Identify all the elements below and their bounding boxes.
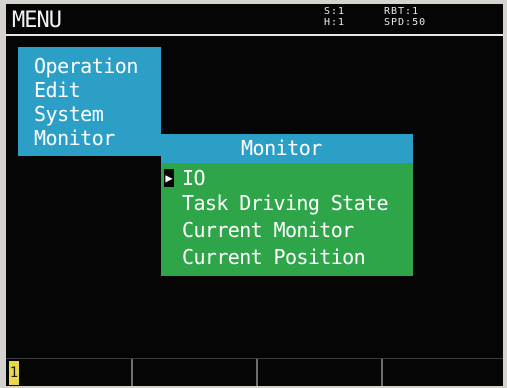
function-key-2[interactable] — [133, 359, 258, 386]
submenu-item-io[interactable]: IO — [182, 166, 205, 190]
submenu-item-task-driving-state[interactable]: Task Driving State — [182, 191, 389, 215]
monitor-submenu: ▶ IO Task Driving State Current Monitor … — [161, 163, 413, 276]
submenu-item-current-position[interactable]: Current Position — [182, 245, 366, 269]
title-bar: MENU S:1 H:1 RBT:1 SPD:50 — [6, 4, 503, 36]
selection-cursor-icon: ▶ — [164, 169, 174, 187]
status-block-right: RBT:1 SPD:50 — [384, 6, 426, 28]
submenu-title: Monitor — [241, 136, 322, 160]
function-key-4[interactable] — [383, 359, 503, 386]
main-menu: Operation Edit System Monitor — [18, 47, 161, 156]
status-line: S:1 — [324, 6, 346, 17]
submenu-item-current-monitor[interactable]: Current Monitor — [182, 218, 354, 242]
status-line: SPD:50 — [384, 17, 427, 28]
screen-title: MENU — [12, 8, 62, 33]
pendant-screen: MENU S:1 H:1 RBT:1 SPD:50 Operation Edit… — [6, 4, 503, 386]
function-key-bar: 1 — [6, 358, 503, 386]
main-menu-item-edit[interactable]: Edit — [34, 78, 81, 102]
page-marker: 1 — [9, 361, 19, 385]
main-menu-item-system[interactable]: System — [34, 102, 104, 126]
function-key-1[interactable]: 1 — [6, 359, 133, 386]
status-block-left: S:1 H:1 — [324, 6, 345, 28]
main-menu-item-monitor[interactable]: Monitor — [34, 126, 115, 150]
status-line: H:1 — [324, 17, 346, 28]
submenu-header: Monitor — [161, 134, 413, 163]
main-menu-item-operation[interactable]: Operation — [34, 54, 138, 78]
status-line: RBT:1 — [384, 6, 420, 17]
function-key-3[interactable] — [258, 359, 383, 386]
